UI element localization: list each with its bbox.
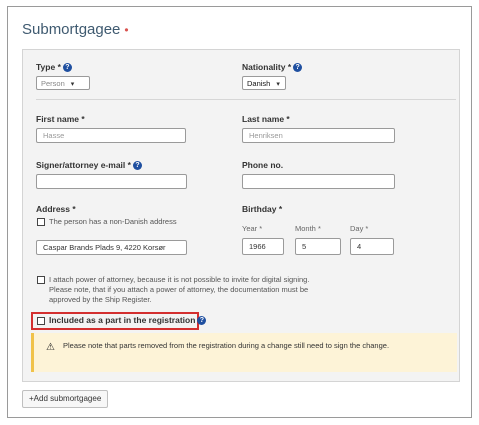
help-circle-icon[interactable]: ? xyxy=(197,316,207,326)
required-marker: • xyxy=(124,23,129,37)
first-name-label-text: First name xyxy=(36,114,79,124)
warning-triangle-icon: ⚠ xyxy=(46,342,55,353)
submortgagee-card: Submortgagee • Type *? Person ▾ Nationalit… xyxy=(7,6,472,418)
required-star: * xyxy=(286,114,290,124)
chevron-down-icon: ▾ xyxy=(70,81,75,88)
address-label-text: Address xyxy=(36,204,71,214)
help-circle-icon[interactable]: ? xyxy=(62,63,72,73)
nationality-select-value: Danish xyxy=(247,79,271,88)
warning-message: Please note that parts removed from the … xyxy=(63,341,390,350)
section-title-text: Submortgagee xyxy=(22,21,121,38)
required-star: * xyxy=(127,160,131,170)
required-star: * xyxy=(287,62,292,72)
submortgagee-form-panel: Type *? Person ▾ Nationality *? Danish ▾ F… xyxy=(22,49,460,382)
nationality-label-text: Nationality xyxy=(242,62,286,72)
power-of-attorney-checkbox[interactable] xyxy=(37,276,45,284)
email-input[interactable] xyxy=(36,174,187,189)
type-label: Type *? xyxy=(36,62,72,73)
email-label-text: Signer/attorney e-mail xyxy=(36,160,126,170)
nationality-label: Nationality *? xyxy=(242,62,303,73)
warning-alert: ⚠ Please note that parts removed from th… xyxy=(31,333,457,372)
last-name-label: Last name * xyxy=(242,114,290,124)
chevron-down-icon: ▾ xyxy=(276,81,280,88)
nationality-select[interactable]: Danish ▾ xyxy=(242,76,286,90)
first-name-label: First name * xyxy=(36,114,85,124)
section-title: Submortgagee • xyxy=(22,21,129,38)
included-in-registration-checkbox[interactable] xyxy=(37,317,45,325)
address-label: Address * xyxy=(36,204,76,214)
power-of-attorney-label: I attach power of attorney, because it i… xyxy=(49,275,310,304)
last-name-label-text: Last name xyxy=(242,114,285,124)
address-input[interactable]: Caspar Brands Plads 9, 4220 Korsør xyxy=(36,240,187,255)
first-name-input[interactable]: Hasse xyxy=(36,128,186,143)
help-circle-icon[interactable]: ? xyxy=(132,161,142,171)
required-star: * xyxy=(81,114,85,124)
non-danish-address-label: The person has a non-Danish address xyxy=(49,217,177,226)
required-star: * xyxy=(72,204,76,214)
day-input[interactable]: 4 xyxy=(350,238,394,255)
birthday-label-text: Birthday xyxy=(242,204,277,214)
type-label-text: Type xyxy=(36,62,56,72)
add-submortgagee-button[interactable]: +Add submortgagee xyxy=(22,390,109,408)
email-label: Signer/attorney e-mail *? xyxy=(36,160,142,171)
day-label: Day * xyxy=(350,224,369,233)
phone-label: Phone no. xyxy=(242,160,284,170)
year-label-text: Year xyxy=(242,224,258,233)
help-circle-icon[interactable]: ? xyxy=(293,63,303,73)
type-select-value: Person xyxy=(41,79,65,88)
year-input[interactable]: 1966 xyxy=(242,238,284,255)
phone-input[interactable] xyxy=(242,174,395,189)
included-in-registration-label: Included as a part in the registration? xyxy=(49,315,207,326)
required-star: * xyxy=(57,62,61,72)
month-label: Month * xyxy=(295,224,321,233)
month-input[interactable]: 5 xyxy=(295,238,341,255)
birthday-label: Birthday * xyxy=(242,204,282,214)
non-danish-address-checkbox[interactable] xyxy=(37,218,45,226)
month-label-text: Month xyxy=(295,224,316,233)
divider xyxy=(36,99,456,100)
year-label: Year * xyxy=(242,224,263,233)
type-select[interactable]: Person ▾ xyxy=(36,76,90,90)
day-label-text: Day xyxy=(350,224,364,233)
last-name-input[interactable]: Henriksen xyxy=(242,128,395,143)
required-star: * xyxy=(278,204,283,214)
included-label-text: Included as a part in the registration xyxy=(49,315,196,325)
